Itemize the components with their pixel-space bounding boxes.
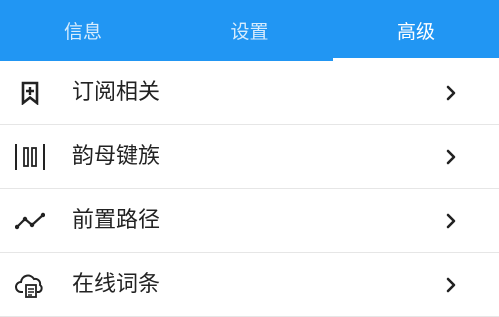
list-item-online-entries[interactable]: 在线词条 — [0, 253, 499, 317]
tab-settings[interactable]: 设置 — [166, 0, 333, 61]
list-item-subscription[interactable]: 订阅相关 — [0, 61, 499, 125]
chevron-right-icon — [446, 277, 456, 293]
cloud-document-icon — [14, 269, 46, 301]
list-item-prefix-path[interactable]: 前置路径 — [0, 189, 499, 253]
vertical-bars-icon — [14, 141, 46, 173]
settings-list: 订阅相关 韵母键族 前置路径 在线词条 — [0, 61, 499, 317]
list-item-label: 在线词条 — [72, 272, 161, 297]
chevron-right-icon — [446, 85, 456, 101]
bookmark-plus-icon — [14, 77, 46, 109]
list-item-final-key-family[interactable]: 韵母键族 — [0, 125, 499, 189]
top-tab-bar: 信息 设置 高级 — [0, 0, 499, 61]
list-item-label: 订阅相关 — [72, 80, 161, 105]
list-item-label: 前置路径 — [72, 208, 161, 233]
list-item-label: 韵母键族 — [72, 144, 161, 169]
chevron-right-icon — [446, 149, 456, 165]
tab-settings-label: 设置 — [230, 21, 269, 43]
chevron-right-icon — [446, 213, 456, 229]
tab-advanced[interactable]: 高级 — [333, 0, 499, 61]
tab-info-label: 信息 — [63, 21, 102, 43]
tab-info[interactable]: 信息 — [0, 0, 166, 61]
trend-path-icon — [14, 205, 46, 237]
tab-advanced-label: 高级 — [396, 21, 435, 43]
